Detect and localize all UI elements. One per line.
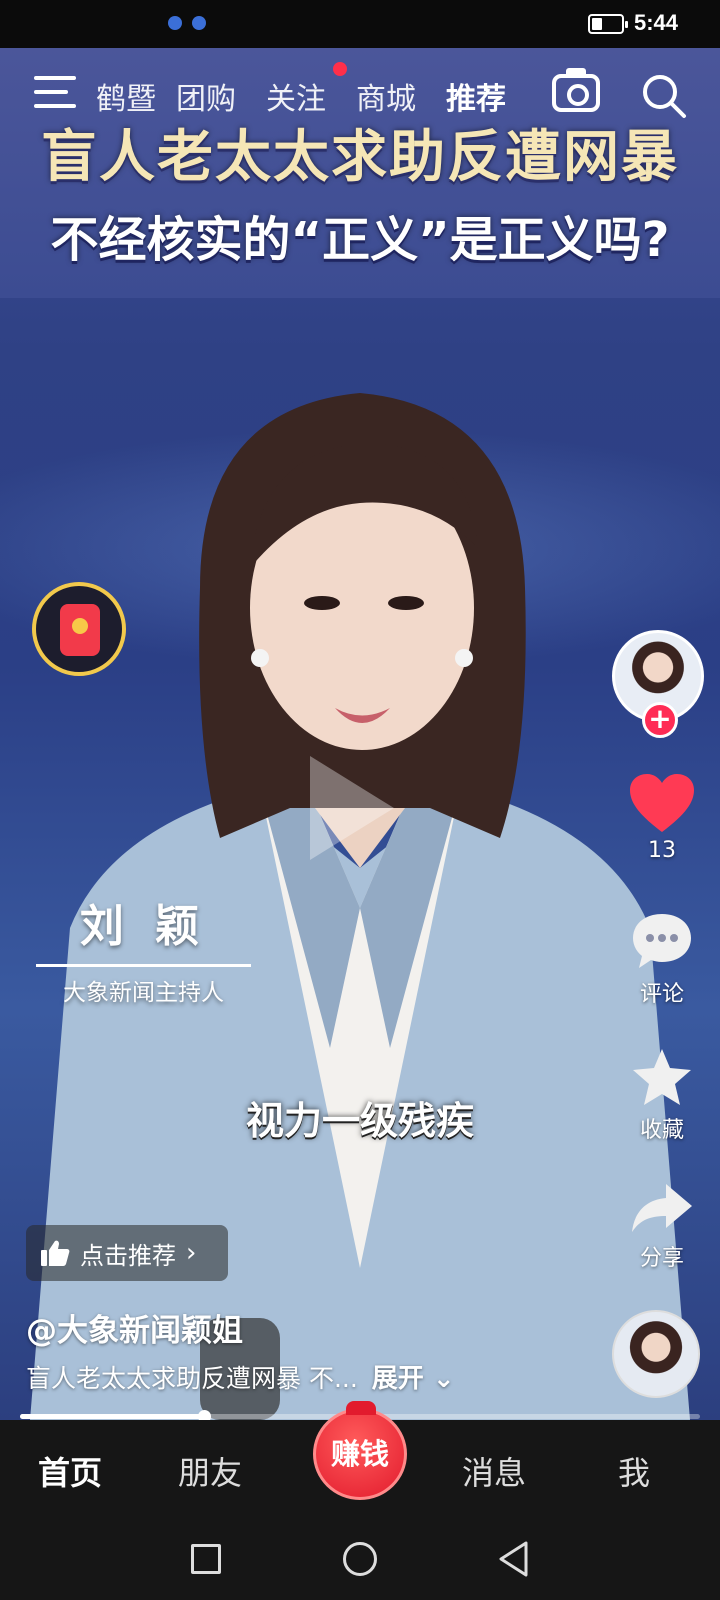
recommend-button[interactable]: 点击推荐 ›: [26, 1225, 228, 1281]
nav-friends[interactable]: 朋友: [178, 1448, 242, 1494]
back-icon[interactable]: [496, 1540, 532, 1578]
recent-apps-icon[interactable]: [191, 1544, 221, 1574]
nav-me[interactable]: 我: [618, 1448, 650, 1494]
chevron-down-icon: ⌄: [432, 1364, 455, 1394]
description-text: 盲人老太太求助反遭网暴 不...: [26, 1363, 358, 1393]
author-handle[interactable]: @大象新闻颖姐: [26, 1305, 243, 1350]
like-button[interactable]: 13: [620, 772, 704, 863]
star-icon: [633, 1049, 691, 1105]
red-envelope-icon: [60, 604, 100, 656]
bottom-nav: 首页 朋友 赚钱 消息 我: [0, 1401, 720, 1520]
status-time: 5:44: [634, 10, 679, 35]
menu-icon[interactable]: [34, 76, 76, 110]
recommend-label: 点击推荐: [80, 1241, 176, 1270]
system-nav-bar: [0, 1520, 720, 1600]
video-subheadline: 不经核实的“正义”是正义吗?: [50, 212, 670, 268]
comment-label: 评论: [639, 982, 684, 1007]
progress-fill: [20, 1414, 204, 1419]
share-icon: [632, 1184, 692, 1232]
chevron-right-icon: ›: [186, 1238, 197, 1268]
play-icon[interactable]: [300, 748, 400, 868]
share-button[interactable]: 分享: [620, 1180, 704, 1272]
music-disc-avatar[interactable]: [612, 1310, 700, 1398]
earn-label: 赚钱: [330, 1437, 389, 1471]
anchor-title: 大象新闻主持人: [63, 980, 224, 1006]
comment-button[interactable]: 评论: [620, 910, 704, 1008]
thumbs-up-icon: [41, 1240, 70, 1266]
expand-label: 展开: [371, 1364, 424, 1394]
video-description[interactable]: 盲人老太太求助反遭网暴 不... 展开 ⌄: [26, 1358, 455, 1395]
following-badge: [333, 62, 347, 76]
video-caption: 视力一级残疾: [245, 1099, 474, 1143]
notification-icons: [168, 16, 206, 30]
comment-icon: [633, 914, 691, 968]
camera-icon[interactable]: [552, 68, 600, 112]
favorite-button[interactable]: 收藏: [620, 1046, 704, 1144]
share-label: 分享: [639, 1246, 684, 1271]
follow-button[interactable]: +: [642, 702, 678, 738]
expand-button[interactable]: 展开 ⌄: [372, 1358, 455, 1395]
battery-icon: [588, 14, 628, 34]
name-divider: [36, 964, 251, 967]
like-count: 13: [648, 838, 676, 863]
favorite-label: 收藏: [639, 1118, 684, 1143]
video-headline: 盲人老太太求助反遭网暴: [41, 125, 679, 190]
anchor-name-plate: 刘 颖 大象新闻主持人: [36, 890, 251, 1007]
red-packet-button[interactable]: [32, 582, 126, 676]
nav-home[interactable]: 首页: [38, 1448, 102, 1494]
home-icon[interactable]: [343, 1542, 377, 1576]
nav-messages[interactable]: 消息: [462, 1448, 526, 1494]
anchor-name: 刘 颖: [79, 901, 208, 952]
earn-button[interactable]: 赚钱: [313, 1401, 407, 1500]
heart-icon: [630, 774, 694, 832]
status-bar: 5:44: [0, 0, 720, 48]
